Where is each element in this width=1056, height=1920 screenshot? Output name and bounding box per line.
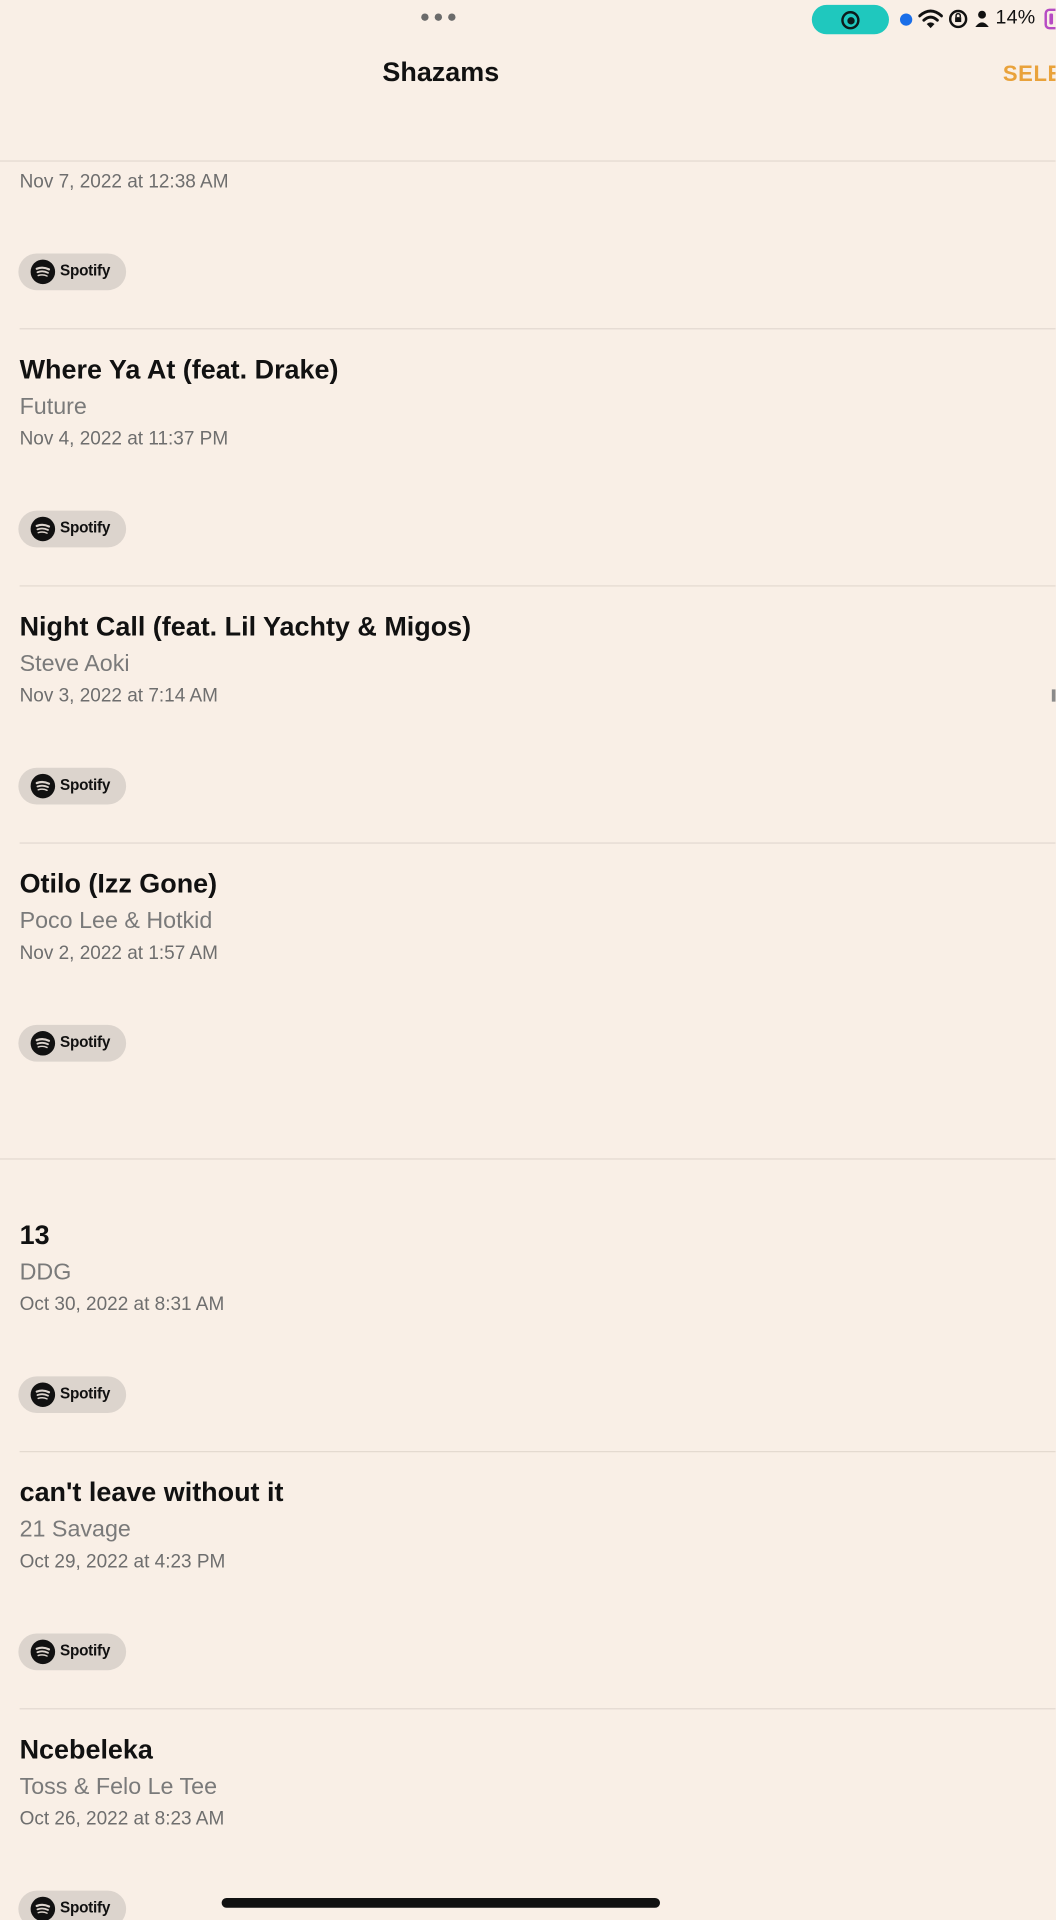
row-divider [19, 328, 1056, 330]
spotify-button[interactable]: Spotify [18, 767, 127, 805]
spotify-button[interactable]: Spotify [18, 1376, 127, 1414]
row-divider [19, 1708, 1056, 1710]
person-icon [975, 10, 989, 27]
spotify-button[interactable]: Spotify [18, 1633, 127, 1671]
battery-icon [1044, 8, 1056, 30]
multitasking-dots-icon[interactable] [421, 13, 456, 21]
spotify-icon [30, 516, 56, 542]
spotify-button[interactable]: Spotify [18, 1890, 127, 1920]
shazam-screen: Nov 7, 2022 at 12:38 AM Spotify Where Ya… [0, 0, 1056, 1920]
location-dot-icon [900, 13, 913, 26]
song-artist: 21 Savage [19, 1517, 131, 1543]
spotify-icon [30, 773, 56, 799]
spotify-icon [30, 259, 56, 285]
row-divider [19, 585, 1056, 587]
spotify-icon [30, 1639, 56, 1665]
spotify-label: Spotify [60, 1642, 111, 1660]
song-title: can't leave without it [19, 1476, 284, 1508]
spotify-label: Spotify [60, 1384, 111, 1403]
battery-percent: 14% [995, 7, 1036, 29]
song-artist: Toss & Felo Le Tee [19, 1774, 218, 1800]
spotify-icon [30, 1382, 56, 1407]
song-date: Nov 3, 2022 at 7:14 AM [19, 685, 218, 707]
row-divider [19, 842, 1056, 844]
scroll-edge-mark [1051, 689, 1056, 702]
song-artist: Future [19, 394, 87, 420]
select-button[interactable]: SELE [1003, 61, 1056, 87]
song-title: 13 [19, 1219, 50, 1251]
song-date: Oct 30, 2022 at 8:31 AM [19, 1294, 225, 1316]
screen-recording-icon[interactable] [811, 4, 889, 35]
song-artist: Steve Aoki [19, 651, 130, 678]
song-date: Nov 4, 2022 at 11:37 PM [19, 428, 229, 450]
row-divider [19, 1451, 1056, 1453]
spotify-icon [30, 1031, 56, 1056]
song-date: Oct 29, 2022 at 4:23 PM [19, 1551, 226, 1573]
song-date: Nov 2, 2022 at 1:57 AM [19, 942, 218, 964]
song-title: Otilo (Izz Gone) [19, 868, 218, 899]
wifi-icon [918, 9, 943, 29]
section-divider [0, 1158, 1056, 1160]
spotify-label: Spotify [60, 1899, 111, 1917]
song-title: Night Call (feat. Lil Yachty & Migos) [19, 611, 472, 642]
navigation-bar-divider [0, 160, 1056, 162]
spotify-button[interactable]: Spotify [18, 253, 127, 291]
song-date: Oct 26, 2022 at 8:23 AM [19, 1808, 225, 1830]
rotation-lock-icon [948, 9, 968, 29]
spotify-label: Spotify [60, 1033, 111, 1051]
home-indicator[interactable] [221, 1897, 660, 1908]
spotify-button[interactable]: Spotify [18, 510, 127, 548]
song-artist: Poco Lee & Hotkid [19, 908, 213, 935]
shazam-list[interactable]: Nov 7, 2022 at 12:38 AM Spotify Where Ya… [0, 0, 1056, 1920]
song-title: Where Ya At (feat. Drake) [19, 353, 339, 385]
song-artist: DDG [19, 1260, 72, 1286]
spotify-label: Spotify [60, 776, 111, 794]
spotify-label: Spotify [60, 262, 111, 280]
navigation-bar: 14% Shazams SELE [0, 0, 1056, 161]
page-title: Shazams [382, 56, 500, 87]
spotify-button[interactable]: Spotify [18, 1024, 127, 1062]
song-date: Nov 7, 2022 at 12:38 AM [19, 171, 229, 193]
spotify-icon [30, 1896, 56, 1920]
status-bar: 14% [0, 0, 1056, 39]
song-title: Ncebeleka [19, 1733, 153, 1765]
spotify-label: Spotify [60, 519, 111, 537]
